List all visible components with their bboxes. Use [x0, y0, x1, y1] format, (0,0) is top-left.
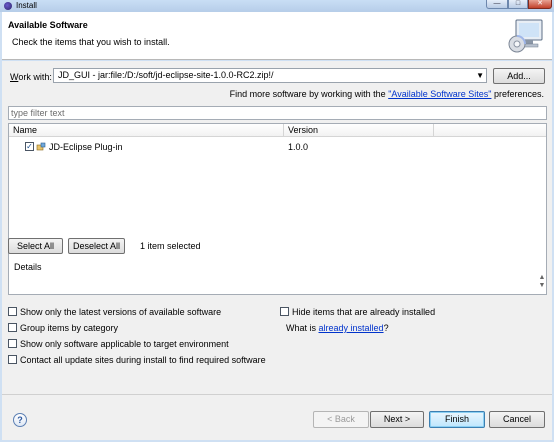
- finish-button[interactable]: Finish: [429, 411, 485, 428]
- what-is-installed: What is already installed?: [286, 323, 389, 333]
- column-name[interactable]: Name: [13, 125, 37, 135]
- title-bar: Install — □ ✕: [0, 0, 554, 12]
- row-checkbox[interactable]: ✓: [25, 142, 34, 151]
- row-version: 1.0.0: [288, 142, 309, 152]
- install-wizard-icon: [508, 19, 543, 53]
- available-sites-link[interactable]: "Available Software Sites": [388, 89, 491, 99]
- applicable-only-option[interactable]: Show only software applicable to target …: [8, 339, 229, 349]
- hide-installed-option[interactable]: Hide items that are already installed: [280, 307, 435, 317]
- table-header: Name Version: [9, 124, 546, 137]
- column-version[interactable]: Version: [288, 125, 318, 135]
- row-name: JD-Eclipse Plug-in: [49, 142, 123, 152]
- contact-sites-checkbox[interactable]: [8, 355, 17, 364]
- minimize-button[interactable]: —: [486, 0, 508, 9]
- select-all-button[interactable]: Select All: [8, 238, 63, 254]
- hide-installed-checkbox[interactable]: [280, 307, 289, 316]
- chevron-down-icon[interactable]: ▼: [476, 69, 484, 82]
- applicable-only-checkbox[interactable]: [8, 339, 17, 348]
- table-row[interactable]: ✓ JD-Eclipse Plug-in 1.0.0: [9, 140, 546, 154]
- wizard-body: Work with: JD_GUI - jar:file:/D:/soft/jd…: [2, 61, 552, 394]
- page-title: Available Software: [8, 20, 88, 30]
- deselect-all-button[interactable]: Deselect All: [68, 238, 125, 254]
- work-with-label: Work with:: [10, 72, 52, 82]
- work-with-combo[interactable]: JD_GUI - jar:file:/D:/soft/jd-eclipse-si…: [53, 68, 487, 83]
- eclipse-icon: [4, 2, 12, 10]
- latest-versions-option[interactable]: Show only the latest versions of availab…: [8, 307, 221, 317]
- already-installed-link[interactable]: already installed: [319, 323, 384, 333]
- details-section: Details ▲ ▼: [8, 256, 547, 300]
- page-description: Check the items that you wish to install…: [12, 37, 170, 47]
- wizard-footer: ? < Back Next > Finish Cancel: [2, 394, 552, 440]
- maximize-button[interactable]: □: [508, 0, 528, 9]
- next-button[interactable]: Next >: [370, 411, 424, 428]
- details-scroll-icon[interactable]: ▲ ▼: [537, 274, 547, 290]
- contact-sites-option[interactable]: Contact all update sites during install …: [8, 355, 266, 365]
- latest-versions-checkbox[interactable]: [8, 307, 17, 316]
- group-by-category-checkbox[interactable]: [8, 323, 17, 332]
- back-button[interactable]: < Back: [313, 411, 369, 428]
- selection-count: 1 item selected: [140, 241, 201, 251]
- help-icon[interactable]: ?: [13, 413, 27, 427]
- find-more-text: Find more software by working with the "…: [229, 89, 544, 99]
- wizard-header: Available Software Check the items that …: [2, 12, 552, 60]
- plugin-icon: [36, 142, 46, 151]
- add-site-button[interactable]: Add...: [493, 68, 545, 84]
- close-button[interactable]: ✕: [528, 0, 552, 9]
- cancel-button[interactable]: Cancel: [489, 411, 545, 428]
- group-by-category-option[interactable]: Group items by category: [8, 323, 118, 333]
- work-with-value: JD_GUI - jar:file:/D:/soft/jd-eclipse-si…: [58, 70, 274, 80]
- details-label: Details: [14, 262, 42, 272]
- filter-input[interactable]: type filter text: [8, 106, 547, 120]
- window-title: Install: [16, 1, 37, 10]
